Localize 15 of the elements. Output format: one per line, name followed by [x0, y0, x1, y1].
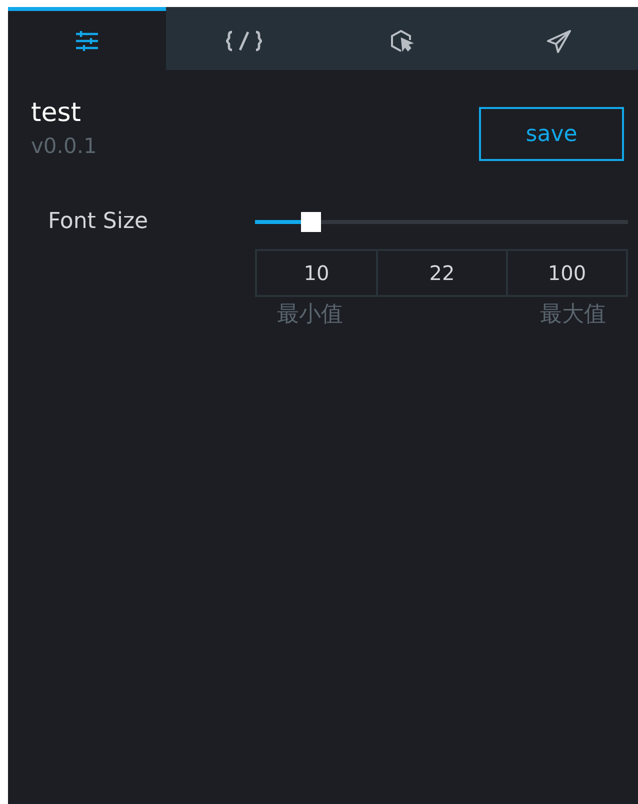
sliders-icon [74, 30, 99, 52]
max-field[interactable]: 100 [506, 249, 628, 297]
value-field[interactable]: 22 [376, 249, 508, 297]
slider-thumb[interactable] [300, 212, 321, 232]
min-field[interactable]: 10 [255, 249, 378, 297]
max-caption: 最大值 [540, 301, 606, 329]
plugin-name: test [31, 98, 82, 128]
save-button[interactable]: save [479, 107, 624, 161]
tab[interactable] [8, 7, 166, 70]
version-text: v0.0.1 [31, 134, 97, 158]
setting-label: Font Size [48, 208, 150, 236]
min-caption: 最小值 [277, 301, 343, 329]
send-icon [546, 28, 572, 52]
cursor-icon [390, 28, 414, 52]
code-icon [226, 30, 262, 52]
